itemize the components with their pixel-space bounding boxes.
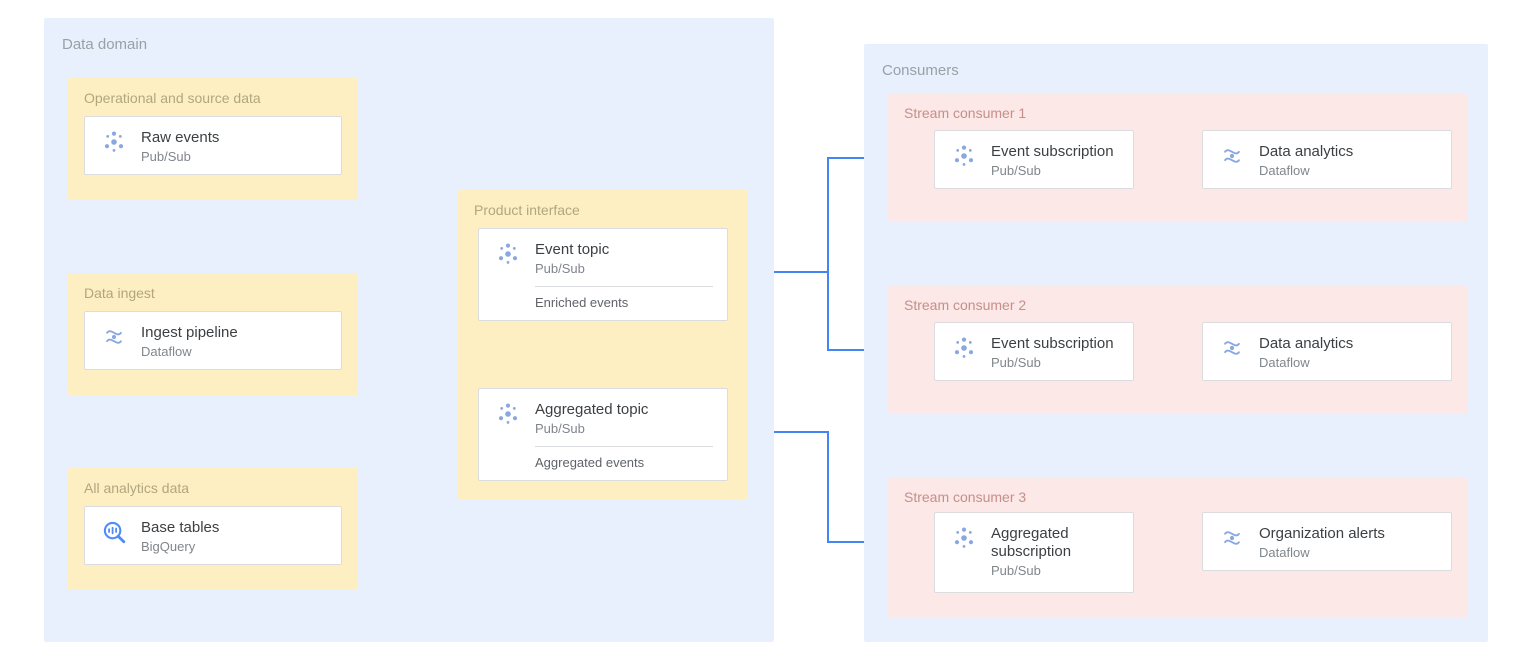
group-title-sc1: Stream consumer 1 [904, 105, 1452, 121]
node-raw-events: Raw events Pub/Sub [84, 116, 342, 175]
node-sc2-an-subtitle: Dataflow [1259, 355, 1437, 370]
node-sc1-an-title: Data analytics [1259, 143, 1437, 161]
node-aggregated-topic: Aggregated topic Pub/Sub Aggregated even… [478, 388, 728, 481]
node-base-tables-subtitle: BigQuery [141, 539, 327, 554]
group-title-sc3: Stream consumer 3 [904, 489, 1452, 505]
dataflow-icon [99, 322, 129, 352]
node-base-tables: Base tables BigQuery [84, 506, 342, 565]
node-ingest-pipeline: Ingest pipeline Dataflow [84, 311, 342, 370]
node-base-tables-title: Base tables [141, 519, 327, 537]
group-title-all-analytics: All analytics data [84, 480, 342, 496]
node-agg-topic-detail: Aggregated events [535, 447, 713, 470]
node-sc3-an-title: Organization alerts [1259, 525, 1437, 543]
pubsub-icon [99, 127, 129, 157]
region-title-data-domain: Data domain [62, 36, 756, 53]
node-event-topic-subtitle: Pub/Sub [535, 261, 713, 276]
node-ingest-subtitle: Dataflow [141, 344, 327, 359]
dataflow-icon [1217, 523, 1247, 553]
pubsub-icon [949, 333, 979, 363]
pubsub-icon [493, 239, 523, 269]
group-all-analytics: All analytics data Base tables BigQuery [68, 468, 358, 590]
dataflow-icon [1217, 333, 1247, 363]
group-title-product-interface: Product interface [474, 202, 732, 218]
group-title-data-ingest: Data ingest [84, 285, 342, 301]
region-title-consumers: Consumers [882, 62, 1470, 79]
node-raw-events-title: Raw events [141, 129, 327, 147]
node-raw-events-subtitle: Pub/Sub [141, 149, 327, 164]
node-sc2-analytics: Data analytics Dataflow [1202, 322, 1452, 381]
pubsub-icon [949, 141, 979, 171]
node-event-topic: Event topic Pub/Sub Enriched events [478, 228, 728, 321]
node-event-topic-title: Event topic [535, 241, 713, 259]
bigquery-icon [99, 517, 129, 547]
diagram-canvas: Data domain Consumers Operational and so… [0, 0, 1534, 660]
node-sc3-sub-subtitle: Pub/Sub [991, 563, 1119, 578]
node-sc1-sub-subtitle: Pub/Sub [991, 163, 1119, 178]
node-agg-topic-subtitle: Pub/Sub [535, 421, 713, 436]
group-operational-source: Operational and source data Raw events P… [68, 78, 358, 200]
node-sc2-an-title: Data analytics [1259, 335, 1437, 353]
node-sc1-analytics: Data analytics Dataflow [1202, 130, 1452, 189]
node-sc2-sub-subtitle: Pub/Sub [991, 355, 1119, 370]
node-sc1-sub-title: Event subscription [991, 143, 1119, 161]
group-data-ingest: Data ingest Ingest pipeline Dataflow [68, 273, 358, 395]
node-sc2-sub-title: Event subscription [991, 335, 1119, 353]
node-sc3-subscription: Aggregated subscription Pub/Sub [934, 512, 1134, 593]
dataflow-icon [1217, 141, 1247, 171]
node-sc1-an-subtitle: Dataflow [1259, 163, 1437, 178]
node-sc1-subscription: Event subscription Pub/Sub [934, 130, 1134, 189]
node-sc3-sub-title: Aggregated subscription [991, 525, 1119, 561]
node-sc3-an-subtitle: Dataflow [1259, 545, 1437, 560]
node-agg-topic-title: Aggregated topic [535, 401, 713, 419]
group-title-sc2: Stream consumer 2 [904, 297, 1452, 313]
pubsub-icon [493, 399, 523, 429]
node-sc2-subscription: Event subscription Pub/Sub [934, 322, 1134, 381]
node-sc3-alerts: Organization alerts Dataflow [1202, 512, 1452, 571]
pubsub-icon [949, 523, 979, 553]
node-event-topic-detail: Enriched events [535, 287, 713, 310]
group-title-operational-source: Operational and source data [84, 90, 342, 106]
node-ingest-title: Ingest pipeline [141, 324, 327, 342]
